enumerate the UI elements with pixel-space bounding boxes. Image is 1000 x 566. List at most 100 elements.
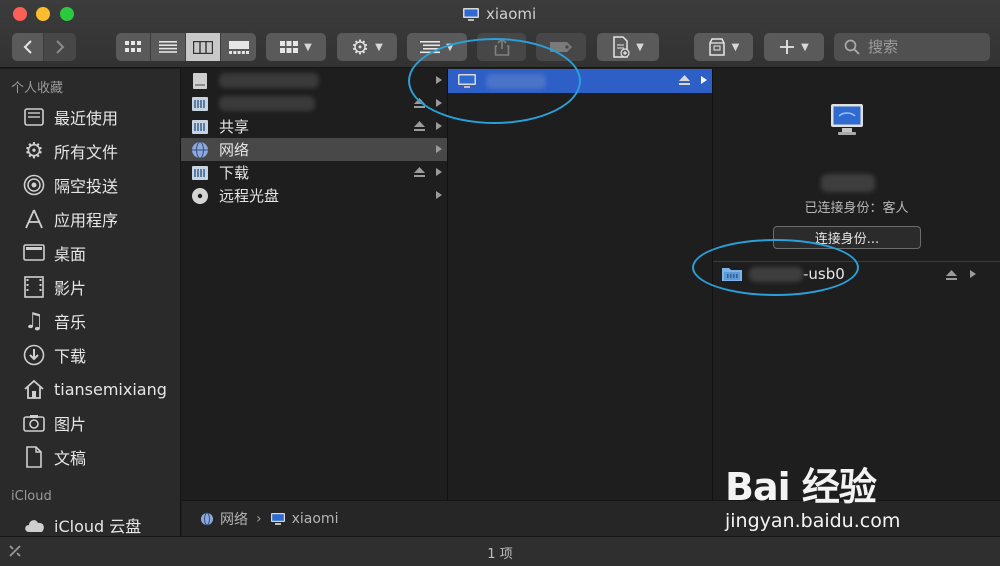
shared-folder-row[interactable]: -usb0	[713, 261, 1000, 286]
share-icon	[494, 38, 509, 56]
list-item[interactable]: 下载	[181, 161, 447, 184]
item-label: 共享	[219, 118, 250, 136]
arrange-button[interactable]: ▼	[407, 33, 467, 61]
sidebar-item-recents[interactable]: 最近使用	[0, 100, 180, 134]
gear-icon: ⚙	[351, 35, 370, 59]
sidebar-item-label: 隔空投送	[54, 177, 119, 196]
sidebar-item-pictures[interactable]: 图片	[0, 406, 180, 440]
close-window-button[interactable]	[13, 7, 27, 21]
sidebar-item-home[interactable]: tiansemixiang	[0, 372, 180, 406]
list-icon	[159, 41, 177, 53]
path-segment[interactable]: 网络	[220, 509, 248, 529]
window-title-text: xiaomi	[486, 5, 537, 23]
list-item[interactable]: 远程光盘	[181, 184, 447, 207]
share-button[interactable]	[477, 33, 526, 61]
search-input[interactable]	[868, 38, 978, 56]
tag-icon	[550, 42, 572, 52]
sidebar-item-music[interactable]: ♫ 音乐	[0, 304, 180, 338]
sidebar-item-all-files[interactable]: ⚙ 所有文件	[0, 134, 180, 168]
watermark-url: jingyan.baidu.com	[725, 510, 901, 532]
group-by-button[interactable]: ▼	[266, 33, 326, 61]
eject-icon[interactable]	[414, 167, 425, 177]
sidebar-item-label: 最近使用	[54, 109, 119, 128]
sidebar-item-airdrop[interactable]: 隔空投送	[0, 168, 180, 202]
home-icon	[23, 378, 45, 400]
downloads-icon	[23, 344, 45, 366]
chevron-right-icon	[701, 76, 707, 84]
connect-as-button[interactable]: 连接身份...	[773, 226, 921, 249]
monitor-icon	[457, 72, 477, 90]
new-document-button[interactable]: ▼	[597, 33, 659, 61]
search-field[interactable]	[834, 33, 990, 61]
chevron-left-icon	[23, 40, 32, 54]
movies-icon	[23, 276, 45, 298]
icloud-header: iCloud	[11, 489, 52, 504]
baidu-watermark: Bai 经验 jingyan.baidu.com	[725, 450, 945, 540]
sidebar-item-icloud-drive[interactable]: iCloud 云盘	[0, 508, 180, 536]
gallery-view-button[interactable]	[221, 33, 256, 61]
sidebar-item-downloads[interactable]: 下载	[0, 338, 180, 372]
sidebar: 个人收藏 最近使用 ⚙ 所有文件 隔空投送 应用程序 桌面 影片 ♫ 音乐 下载…	[0, 69, 181, 536]
back-button[interactable]	[12, 33, 44, 61]
sidebar-item-label: iCloud 云盘	[54, 517, 142, 536]
disk-icon	[190, 72, 210, 90]
list-item-network[interactable]: 网络	[181, 138, 447, 161]
server-icon	[190, 164, 210, 182]
desktop-icon	[23, 242, 45, 264]
title-bar: xiaomi ▼ ⚙ ▼ ▼ ▼ ▼ ▼ 搜索	[0, 0, 1000, 68]
blurred-name	[219, 96, 315, 111]
network-globe-icon	[190, 141, 210, 159]
sidebar-item-desktop[interactable]: 桌面	[0, 236, 180, 270]
chevron-down-icon: ▼	[304, 41, 312, 53]
search-icon	[844, 39, 860, 55]
window-title: xiaomi	[462, 3, 536, 25]
status-bar: 1 项	[0, 536, 1000, 566]
item-label: 远程光盘	[219, 187, 280, 205]
chevron-down-icon: ▼	[801, 41, 809, 53]
monitor-icon	[831, 104, 863, 135]
list-item[interactable]	[181, 69, 447, 92]
icon-view-button[interactable]	[116, 33, 151, 61]
sidebar-item-label: 图片	[54, 415, 87, 434]
archive-button[interactable]: ▼	[694, 33, 753, 61]
music-icon: ♫	[24, 308, 44, 334]
server-icon	[190, 95, 210, 113]
tags-button[interactable]	[536, 33, 586, 61]
sidebar-item-documents[interactable]: 文稿	[0, 440, 180, 474]
list-view-button[interactable]	[151, 33, 186, 61]
sidebar-item-label: 所有文件	[54, 143, 119, 162]
server-icon	[190, 118, 210, 136]
sidebar-item-applications[interactable]: 应用程序	[0, 202, 180, 236]
eject-icon[interactable]	[946, 270, 957, 280]
minimize-window-button[interactable]	[36, 7, 50, 21]
list-item[interactable]	[181, 92, 447, 115]
chevron-right-icon	[436, 145, 442, 153]
box-icon	[708, 38, 725, 56]
favorites-header: 个人收藏	[11, 81, 64, 96]
columns-icon	[193, 40, 213, 54]
sidebar-item-label: 文稿	[54, 449, 87, 468]
path-segment[interactable]: xiaomi	[292, 511, 339, 527]
action-menu-button[interactable]: ⚙ ▼	[337, 33, 397, 61]
sidebar-item-movies[interactable]: 影片	[0, 270, 180, 304]
zoom-window-button[interactable]	[60, 7, 74, 21]
add-button[interactable]: ▼	[764, 33, 824, 61]
list-item[interactable]: 共享	[181, 115, 447, 138]
chevron-right-icon	[436, 76, 442, 84]
eject-icon[interactable]	[414, 98, 425, 108]
forward-button[interactable]	[44, 33, 76, 61]
gallery-icon	[228, 40, 249, 54]
chevron-right-icon	[436, 191, 442, 199]
column-view-button[interactable]	[186, 33, 221, 61]
airdrop-icon	[23, 174, 45, 196]
item-label: 网络	[219, 141, 250, 159]
chevron-right-icon	[970, 270, 976, 278]
monitor-icon	[270, 512, 285, 525]
column-network	[448, 69, 713, 500]
list-item-xiaomi[interactable]	[448, 69, 712, 93]
optical-disc-icon	[190, 187, 210, 205]
connection-status: 已连接身份：客人	[804, 201, 909, 216]
eject-icon[interactable]	[414, 121, 425, 131]
applications-icon	[23, 208, 45, 230]
eject-icon[interactable]	[679, 75, 690, 85]
